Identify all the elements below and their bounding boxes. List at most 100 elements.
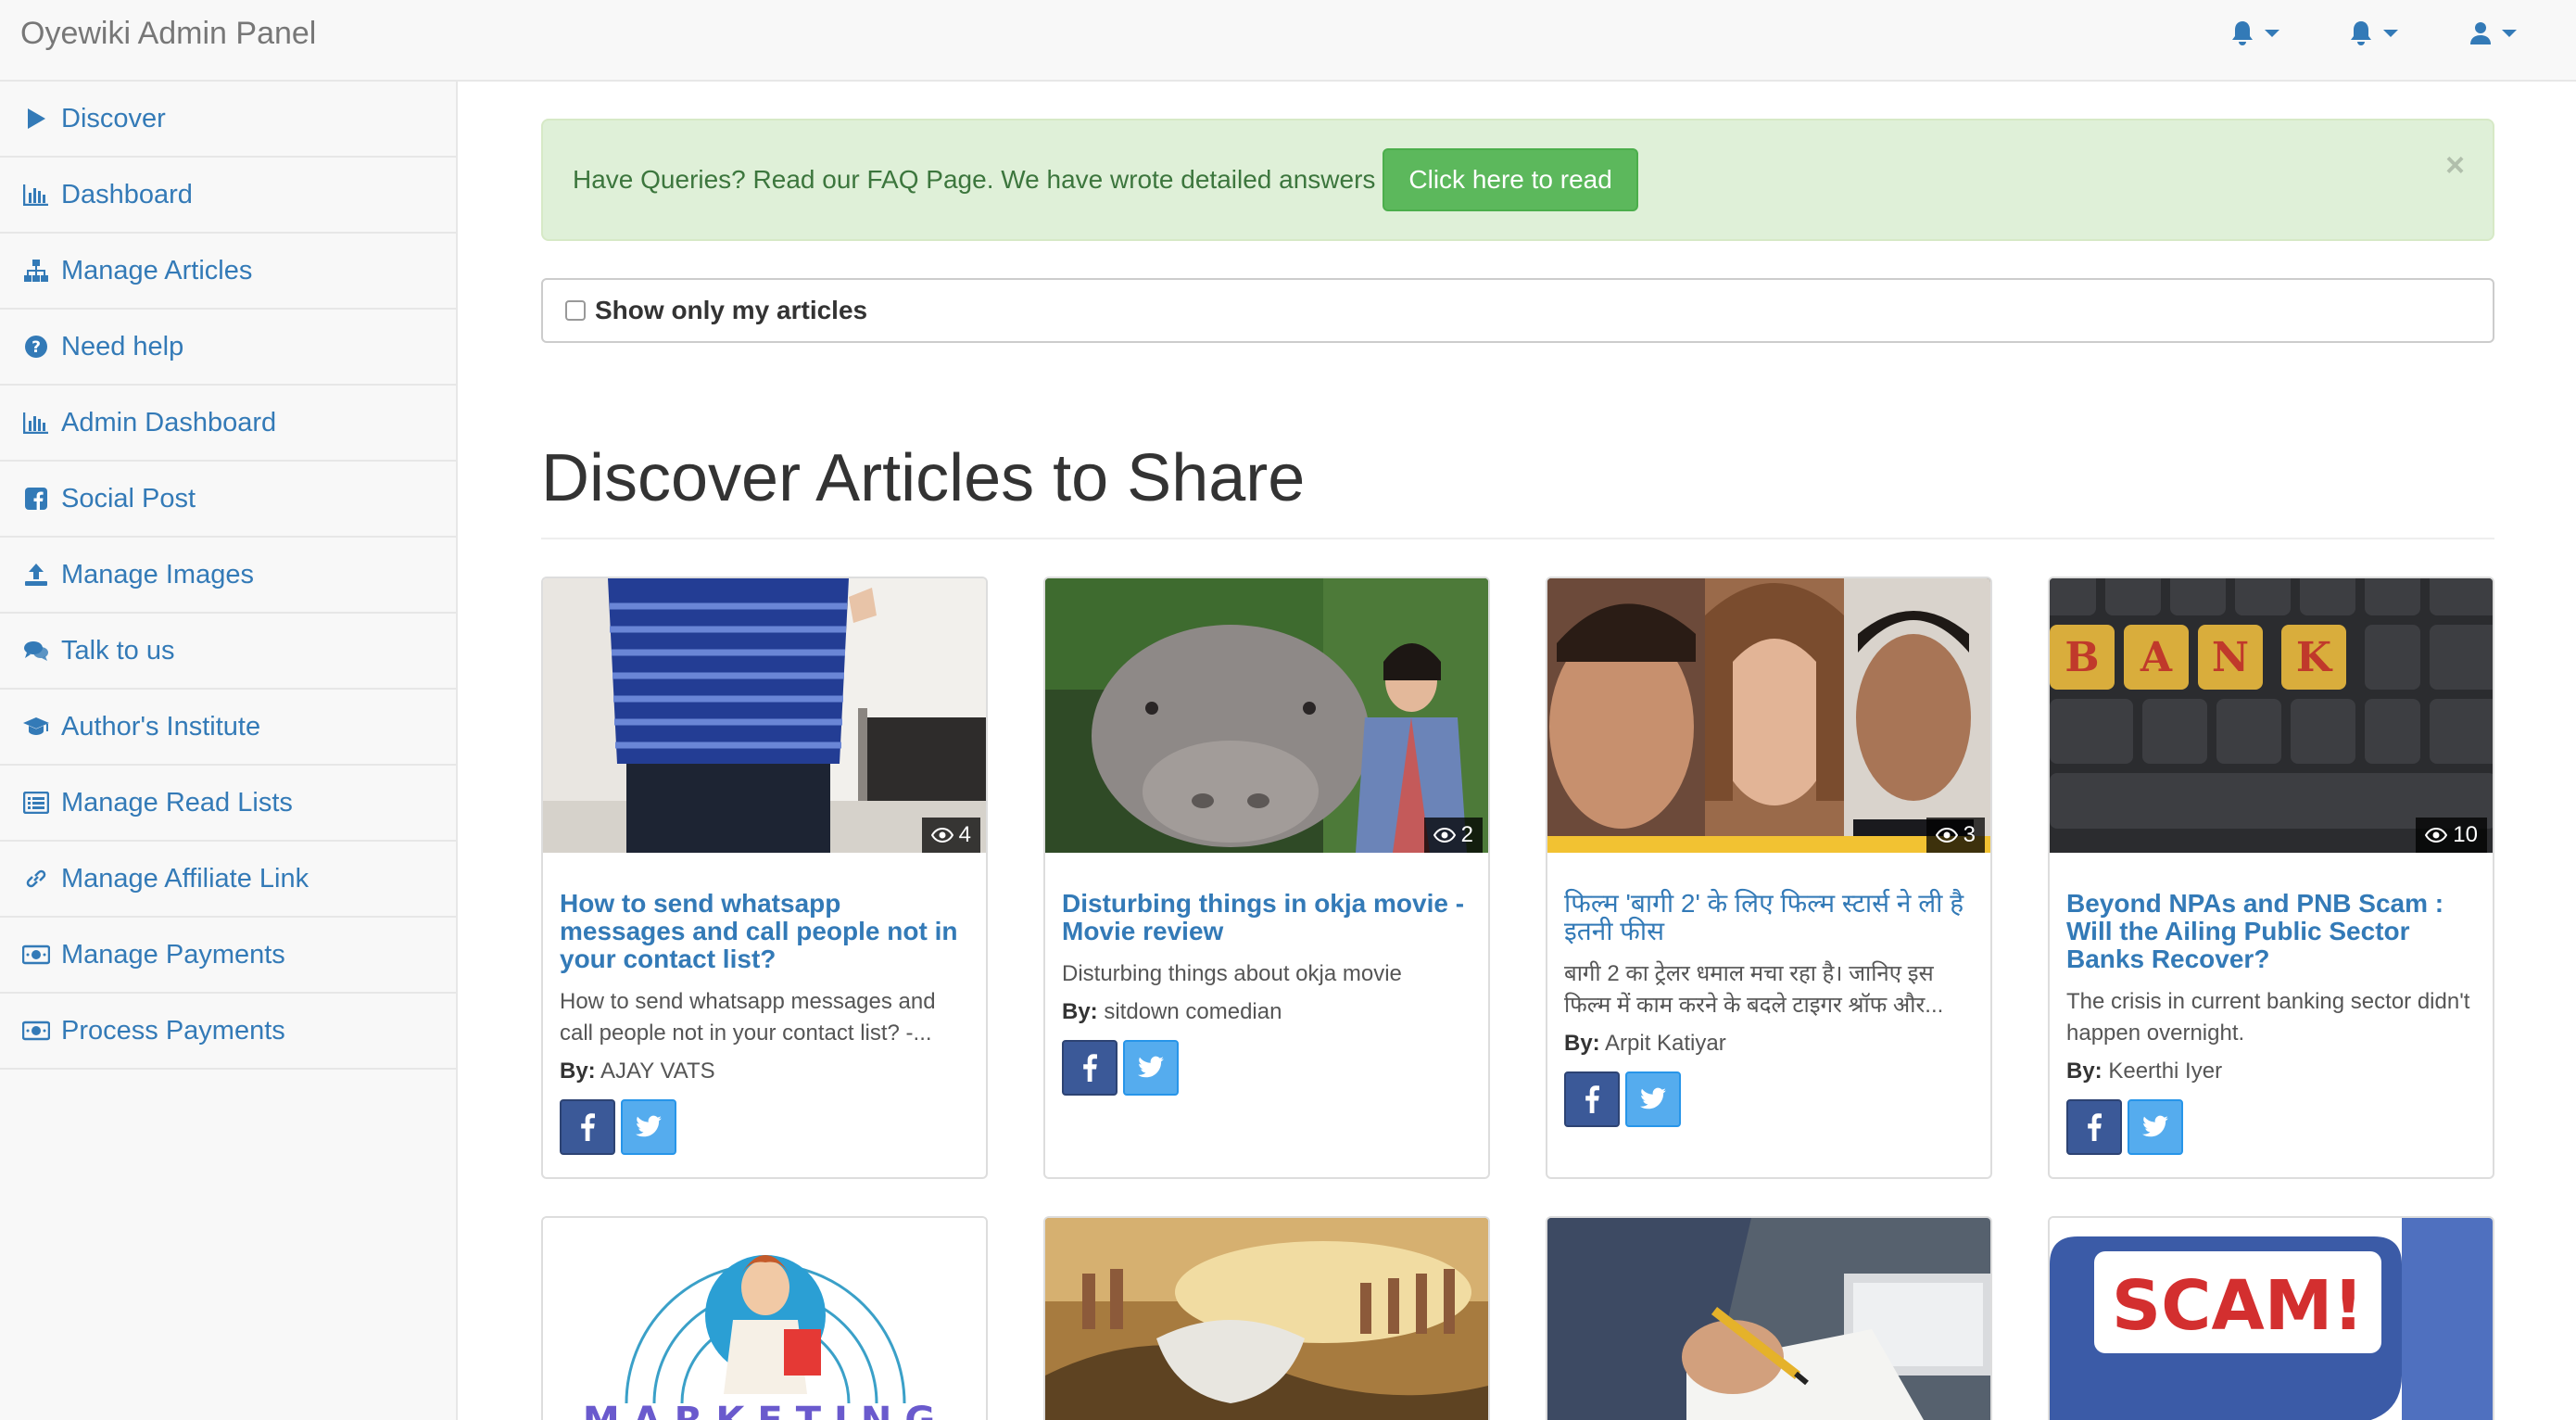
article-thumbnail[interactable]: B A N K 10 <box>2050 578 2493 853</box>
article-thumbnail[interactable]: 4 <box>543 578 986 853</box>
bank-key-letter: K <box>2296 634 2333 681</box>
view-count-badge: 3 <box>1926 818 1985 853</box>
article-card: 2 Disturbing things in okja movie - Movi… <box>1043 577 1490 1179</box>
sidebar-item-label: Manage Affiliate Link <box>61 863 309 894</box>
article-title-link[interactable]: Beyond NPAs and PNB Scam : Will the Aili… <box>2066 890 2474 973</box>
sidebar-item-manage-articles[interactable]: Manage Articles <box>0 234 456 310</box>
article-description: How to send whatsapp messages and call p… <box>560 989 936 1046</box>
page-title: Discover Articles to Share <box>541 441 1306 515</box>
twitter-icon <box>1138 1056 1164 1078</box>
sidebar-item-dashboard[interactable]: Dashboard <box>0 158 456 234</box>
alert-message: Have Queries? Read our FAQ Page. We have… <box>573 165 1376 194</box>
eye-icon <box>930 828 953 843</box>
brand-link[interactable]: Oyewiki Admin Panel <box>20 0 316 67</box>
twitter-share-button[interactable] <box>2128 1099 2183 1155</box>
view-count: 10 <box>2453 822 2478 847</box>
bank-key-letter: A <box>2140 634 2173 681</box>
sidebar-item-discover[interactable]: Discover <box>0 82 456 158</box>
twitter-share-button[interactable] <box>1123 1040 1179 1096</box>
sidebar-item-social-post[interactable]: Social Post <box>0 462 456 538</box>
link-icon <box>22 865 50 893</box>
money-icon <box>22 941 50 969</box>
title-divider <box>541 538 2494 539</box>
sidebar-item-label: Discover <box>61 103 166 133</box>
facebook-share-button[interactable] <box>1564 1071 1620 1127</box>
bar-chart-icon <box>22 409 50 437</box>
facebook-share-button[interactable] <box>560 1099 615 1155</box>
article-thumbnail[interactable]: SCAM! <box>2050 1218 2493 1420</box>
sidebar-item-manage-payments[interactable]: Manage Payments <box>0 918 456 994</box>
article-title-link[interactable]: How to send whatsapp messages and call p… <box>560 890 967 973</box>
sidebar-item-talk-to-us[interactable]: Talk to us <box>0 614 456 690</box>
by-label: By: <box>560 1059 596 1084</box>
upload-icon <box>22 561 50 589</box>
facebook-icon <box>2088 1113 2102 1141</box>
filter-label[interactable]: Show only my articles <box>595 296 867 325</box>
close-icon[interactable]: × <box>2445 148 2465 182</box>
bank-key-letter: B <box>2065 634 2099 681</box>
comments-icon <box>22 637 50 665</box>
twitter-icon <box>1640 1087 1666 1109</box>
article-title-link[interactable]: फिल्म 'बागी 2' के लिए फिल्म स्टार्स ने ल… <box>1564 890 1972 945</box>
view-count: 2 <box>1460 822 1473 847</box>
view-count-badge: 10 <box>2416 818 2487 853</box>
share-buttons <box>1062 1040 1470 1096</box>
list-alt-icon <box>22 789 50 817</box>
read-faq-button[interactable]: Click here to read <box>1383 148 1638 211</box>
sidebar-item-process-payments[interactable]: Process Payments <box>0 994 456 1070</box>
play-icon <box>22 105 50 133</box>
notifications-dropdown[interactable] <box>2229 17 2279 50</box>
article-thumbnail[interactable]: 3 <box>1547 578 1990 853</box>
sidebar-item-manage-read-lists[interactable]: Manage Read Lists <box>0 766 456 842</box>
marketing-banner-text: MARKETING <box>583 1400 948 1420</box>
twitter-share-button[interactable] <box>621 1099 676 1155</box>
show-my-articles-checkbox[interactable] <box>565 300 586 321</box>
sidebar-item-label: Manage Payments <box>61 939 285 970</box>
article-thumbnail[interactable] <box>1045 1218 1488 1420</box>
faq-alert: Have Queries? Read our FAQ Page. We have… <box>541 119 2494 241</box>
twitter-share-button[interactable] <box>1625 1071 1681 1127</box>
facebook-icon <box>581 1113 595 1141</box>
view-count-badge: 2 <box>1423 818 1483 853</box>
my-articles-filter: Show only my articles <box>541 278 2494 343</box>
article-thumbnail[interactable] <box>1547 1218 1990 1420</box>
top-navbar: Oyewiki Admin Panel <box>0 0 2576 82</box>
alerts-dropdown[interactable] <box>2348 17 2398 50</box>
article-card: 3 फिल्म 'बागी 2' के लिए फिल्म स्टार्स ने… <box>1546 577 1992 1179</box>
article-card: 4 How to send whatsapp messages and call… <box>541 577 988 1179</box>
sidebar-item-need-help[interactable]: ? Need help <box>0 310 456 386</box>
article-author: By: AJAY VATS <box>560 1059 967 1084</box>
sidebar-item-label: Manage Articles <box>61 255 253 285</box>
article-title-link[interactable]: Disturbing things in okja movie - Movie … <box>1062 890 1470 945</box>
sidebar-item-manage-images[interactable]: Manage Images <box>0 538 456 614</box>
article-card: SCAM! <box>2048 1216 2494 1420</box>
sitemap-icon <box>22 257 50 285</box>
eye-icon <box>2425 828 2448 843</box>
svg-text:?: ? <box>32 338 41 357</box>
article-author: By: Keerthi Iyer <box>2066 1059 2474 1084</box>
sidebar-item-manage-affiliate-link[interactable]: Manage Affiliate Link <box>0 842 456 918</box>
article-description: The crisis in current banking sector did… <box>2066 989 2470 1046</box>
baaghi-2-actors-image <box>1547 578 1990 853</box>
article-thumbnail[interactable]: MARKETING <box>543 1218 986 1420</box>
facebook-share-button[interactable] <box>2066 1099 2122 1155</box>
sidebar-item-label: Manage Read Lists <box>61 787 293 818</box>
facebook-square-icon <box>22 485 50 513</box>
sidebar-item-label: Process Payments <box>61 1015 285 1046</box>
sidebar-item-label: Dashboard <box>61 179 193 209</box>
facebook-share-button[interactable] <box>1062 1040 1118 1096</box>
bank-key-letter: N <box>2212 634 2249 681</box>
sidebar: Discover Dashboard Manage Articles ? Nee… <box>0 82 458 1420</box>
by-label: By: <box>2066 1059 2102 1084</box>
sidebar-item-label: Social Post <box>61 483 196 513</box>
sidebar-item-admin-dashboard[interactable]: Admin Dashboard <box>0 386 456 462</box>
marketing-image: MARKETING <box>543 1218 986 1420</box>
article-thumbnail[interactable]: 2 <box>1045 578 1488 853</box>
facebook-icon <box>1585 1085 1599 1113</box>
user-dropdown[interactable] <box>2469 17 2517 50</box>
writing-at-desk-image <box>1547 1218 1990 1420</box>
sidebar-item-authors-institute[interactable]: Author's Institute <box>0 690 456 766</box>
article-author: By: sitdown comedian <box>1062 999 1470 1025</box>
money-icon <box>22 1017 50 1045</box>
person-in-striped-sweater-image <box>543 578 986 853</box>
